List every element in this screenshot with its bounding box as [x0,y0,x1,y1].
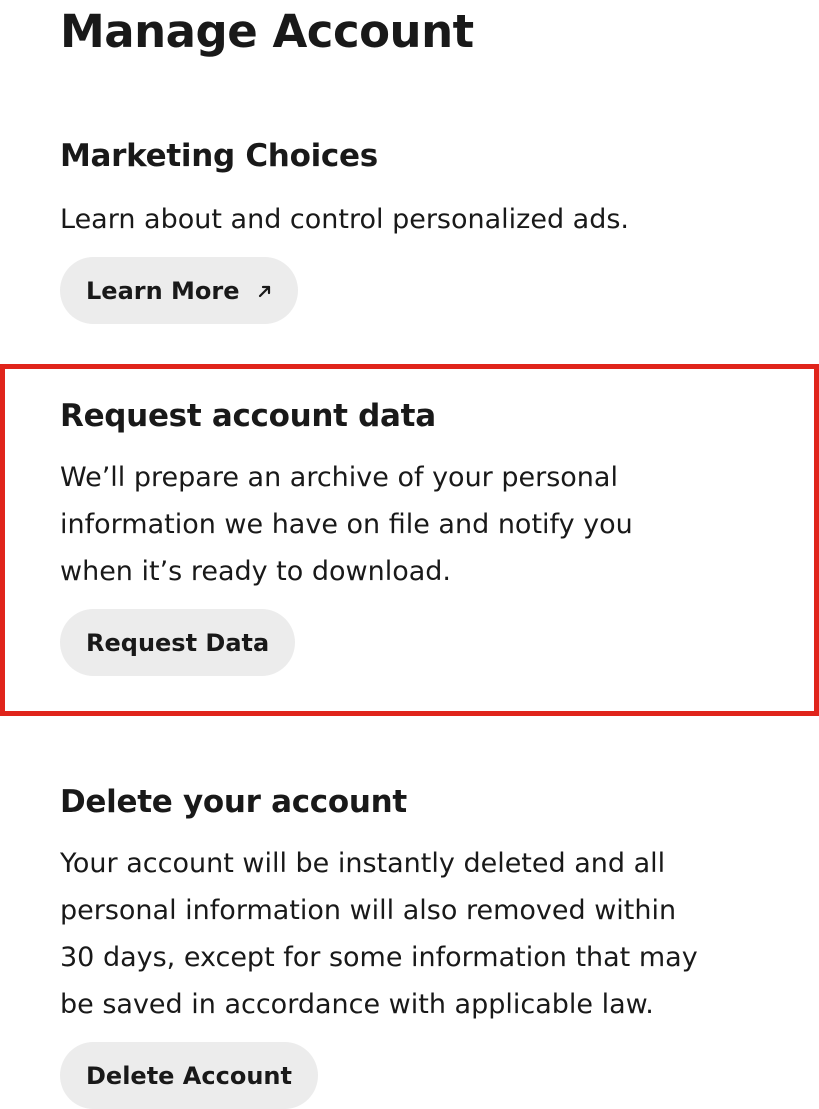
marketing-choices-heading: Marketing Choices [60,138,378,174]
delete-account-description: Your account will be instantly deleted a… [60,840,698,1028]
description-line: Your account will be instantly deleted a… [60,848,666,879]
delete-account-button[interactable]: Delete Account [60,1042,318,1109]
request-account-data-heading: Request account data [60,398,436,434]
request-data-button[interactable]: Request Data [60,609,296,676]
request-data-label: Request Data [86,628,270,657]
external-link-arrow-icon [258,284,272,298]
delete-account-label: Delete Account [86,1061,292,1090]
delete-account-heading: Delete your account [60,784,407,820]
learn-more-button[interactable]: Learn More [60,257,298,324]
marketing-choices-description: Learn about and control personalized ads… [60,204,630,235]
learn-more-label: Learn More [86,276,240,305]
description-line: 30 days, except for some information tha… [60,942,698,973]
description-line: be saved in accordance with applicable l… [60,989,654,1020]
page-title: Manage Account [60,5,474,58]
request-account-data-description: We’ll prepare an archive of your persona… [60,454,633,595]
description-line: We’ll prepare an archive of your persona… [60,462,618,493]
description-line: personal information will also removed w… [60,895,677,926]
description-line: information we have on file and notify y… [60,509,633,540]
description-line: when it’s ready to download. [60,556,452,587]
